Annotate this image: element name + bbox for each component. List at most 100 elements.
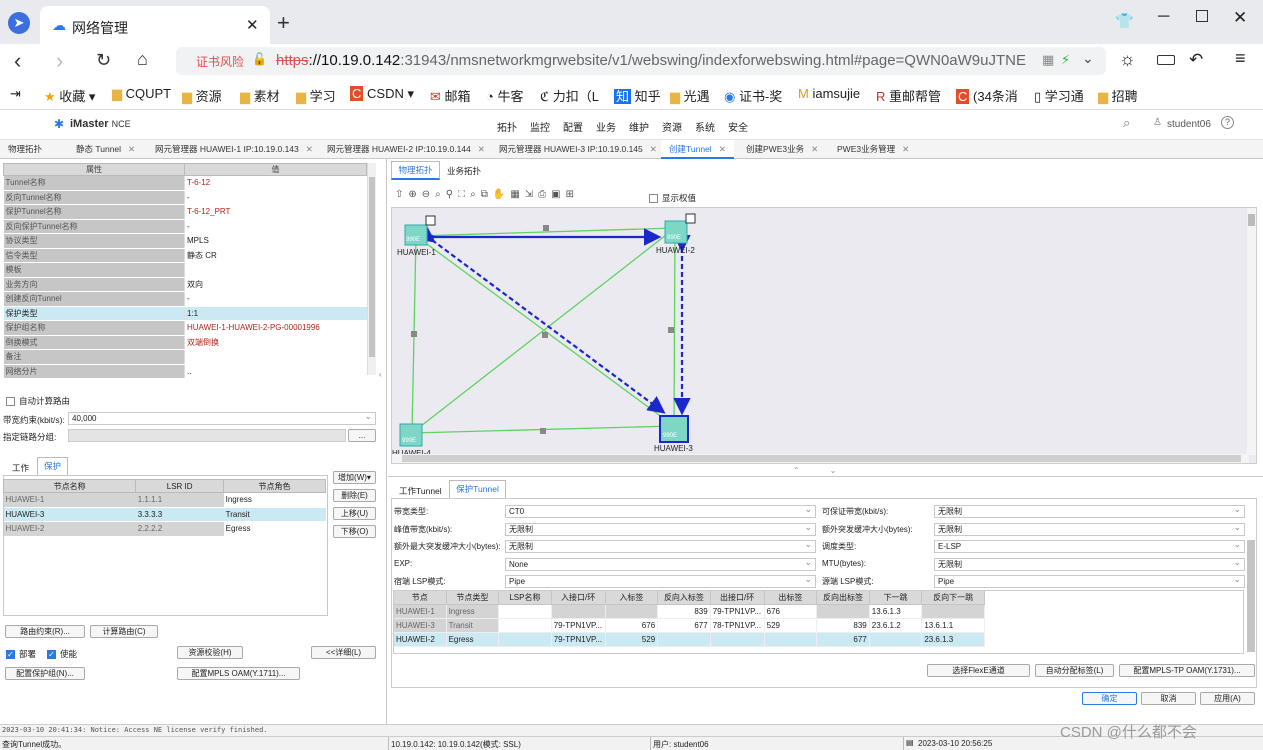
topology-canvas[interactable]: 990E HUAWEI-1 990E HUAWEI-2 990E HUAWEI-… — [391, 207, 1257, 464]
preview-icon[interactable]: ▣ — [551, 189, 565, 200]
tab-create-tunnel[interactable]: 创建Tunnel ✕ — [661, 140, 734, 159]
zoom-out-icon[interactable]: ⊖ — [422, 189, 435, 200]
property-row[interactable]: 备注 — [3, 349, 367, 365]
label-cell[interactable]: 78-TPN1VP... — [709, 618, 765, 633]
menu-monitor[interactable]: 监控 — [530, 119, 550, 134]
label-cell[interactable]: 677 — [816, 632, 870, 647]
url-bar[interactable]: 证书风险 🔓 https://10.19.0.142:31943/nmsnetw… — [176, 47, 1106, 75]
label-cell[interactable]: 79-TPN1VP... — [550, 632, 606, 647]
property-row[interactable]: 协议类型 MPLS — [3, 233, 367, 249]
tab-work[interactable]: 工作 — [12, 462, 29, 474]
label-cell[interactable]: 13.6.1.3 — [868, 604, 923, 619]
menu-resource[interactable]: 资源 — [662, 119, 682, 134]
close-window-icon[interactable]: ✕ — [1233, 8, 1247, 28]
route-constraint-button[interactable]: 路由约束(R)... — [5, 625, 85, 638]
property-value[interactable]: 静态 CR — [184, 248, 367, 263]
tab-create-pwe3[interactable]: 创建PWE3业务 ✕ — [746, 143, 818, 155]
grid-icon[interactable]: ▦ — [510, 189, 524, 200]
label-row[interactable]: HUAWEI-1 Ingress 839 79-TPN1VP... 676 13.6.1.… — [393, 604, 985, 619]
tab-pwe3-manage[interactable]: PWE3业务管理 ✕ — [837, 143, 909, 155]
search-icon[interactable]: ⌕ — [470, 189, 481, 200]
bottom-scrollbar[interactable] — [1247, 540, 1255, 652]
back-icon[interactable]: ‹ — [14, 48, 21, 74]
collapse-icon[interactable]: ‹ — [379, 370, 382, 379]
property-value[interactable]: HUAWEI-1-HUAWEI-2-PG-00001996 — [184, 320, 367, 336]
menu-config[interactable]: 配置 — [563, 119, 583, 134]
menu-topology[interactable]: 拓扑 — [497, 119, 517, 134]
close-tab-icon[interactable]: ✕ — [246, 16, 259, 34]
label-cell[interactable] — [709, 632, 765, 647]
apply-button[interactable]: 应用(A) — [1200, 692, 1255, 705]
lsr-row[interactable]: HUAWEI-2 2.2.2.2 Egress — [3, 521, 326, 537]
label-cell[interactable] — [498, 604, 552, 619]
property-row[interactable]: 业务方向 双向 — [3, 277, 367, 292]
label-cell[interactable] — [498, 632, 552, 647]
property-value[interactable]: T-6-12_PRT — [184, 204, 367, 220]
shirt-icon[interactable]: 👕 — [1115, 12, 1134, 30]
zoom-in-icon[interactable]: ⊕ — [408, 189, 421, 200]
move-down-button[interactable]: 下移(O) — [333, 525, 376, 538]
compass-icon[interactable]: ➤ — [8, 12, 30, 34]
config-tp-oam-button[interactable]: 配置MPLS-TP OAM(Y.1731)... — [1119, 664, 1255, 677]
label-row[interactable]: HUAWEI-2 Egress 79-TPN1VP... 529 677 23.6.1.3 — [393, 632, 985, 647]
tab-work-tunnel[interactable]: 工作Tunnel — [399, 485, 442, 497]
bookmark-zhihu[interactable]: 知 知乎 — [614, 86, 661, 105]
label-cell[interactable]: Egress — [445, 632, 500, 647]
pin-icon[interactable]: ⇧ — [395, 189, 408, 200]
property-scrollbar[interactable] — [367, 163, 376, 375]
label-cell[interactable]: 23.6.1.3 — [921, 632, 985, 647]
property-value[interactable]: 双端倒换 — [184, 335, 367, 350]
tab-protect-tunnel[interactable]: 保护Tunnel — [449, 480, 506, 499]
add-button[interactable]: 增加(W)▾ — [333, 471, 376, 484]
qr-icon[interactable]: ▦ — [1038, 52, 1055, 68]
label-cell[interactable]: 79-TPN1VP... — [550, 618, 606, 633]
minimize-icon[interactable]: ─ — [1158, 8, 1169, 26]
property-row[interactable]: 保护Tunnel名称 T-6-12_PRT — [3, 204, 367, 220]
field-select[interactable]: CT0 — [505, 504, 816, 518]
delete-button[interactable]: 删除(E) — [333, 489, 376, 502]
detail-button[interactable]: <<详细(L) — [311, 646, 376, 659]
config-pg-button[interactable]: 配置保护组(N)... — [5, 667, 85, 680]
tab-ne-huawei-2[interactable]: 网元管理器 HUAWEI-2 IP:10.19.0.144 ✕ — [327, 143, 485, 155]
field-select[interactable]: Pipe — [505, 574, 816, 588]
tab-physical-topology[interactable]: 物理拓扑 — [8, 143, 42, 155]
tab-ne-huawei-1[interactable]: 网元管理器 HUAWEI-1 IP:10.19.0.143 ✕ — [155, 143, 313, 155]
label-cell[interactable] — [921, 604, 985, 619]
bookmark-csdn[interactable]: C CSDN ▾ — [350, 86, 414, 102]
lightning-icon[interactable]: ⚡ — [1061, 52, 1071, 68]
field-select[interactable]: 无限制 — [505, 539, 816, 553]
user-name[interactable]: student06 — [1167, 119, 1211, 130]
bookmark-favorites[interactable]: ★ 收藏 ▾ — [44, 86, 95, 105]
label-cell[interactable]: 676 — [604, 618, 659, 633]
lsr-row[interactable]: HUAWEI-1 1.1.1.1 Ingress — [3, 492, 326, 508]
tab-physical-topo[interactable]: 物理拓扑 — [391, 161, 440, 180]
bookmark-study[interactable]: ▆ 学习 — [296, 86, 336, 105]
label-cell[interactable]: HUAWEI-3 — [393, 618, 447, 633]
sidebar-toggle-icon[interactable]: ⇥ — [10, 86, 21, 102]
zoom-icon[interactable]: ⚲ — [446, 189, 458, 200]
label-cell[interactable]: 13.6.1.1 — [921, 618, 985, 633]
label-cell[interactable]: 676 — [763, 604, 818, 619]
cancel-button[interactable]: 取消 — [1141, 692, 1196, 705]
help-icon[interactable]: ? — [1221, 116, 1234, 129]
label-cell[interactable]: 529 — [604, 632, 659, 647]
label-cell[interactable]: 529 — [763, 618, 818, 633]
property-value[interactable]: - — [184, 219, 367, 234]
property-value[interactable]: - — [184, 291, 367, 307]
label-cell[interactable]: Transit — [445, 618, 500, 633]
label-cell[interactable]: 23.6.1.2 — [868, 618, 923, 633]
topo-hscroll[interactable] — [392, 454, 1249, 463]
label-cell[interactable]: 677 — [657, 618, 711, 633]
property-row[interactable]: 模板 — [3, 262, 367, 278]
bandwidth-input[interactable]: 40,000 — [68, 411, 376, 425]
label-cell[interactable] — [604, 604, 659, 619]
bookmark-nowcoder[interactable]: ◔ 牛客 — [486, 86, 524, 105]
property-row[interactable]: Tunnel名称 T-6-12 — [3, 175, 367, 191]
tab-service-topo[interactable]: 业务拓扑 — [447, 165, 481, 177]
label-cell[interactable] — [657, 632, 711, 647]
browser-tab[interactable]: ☁ 网络管理 ✕ — [40, 6, 270, 44]
property-row[interactable]: 倒换模式 双端倒换 — [3, 335, 367, 350]
zoom-area-icon[interactable]: ⌕ — [435, 189, 446, 200]
deploy-checkbox[interactable]: ✓ 部署 — [6, 648, 36, 660]
bookmark-sky[interactable]: ▆ 光遇 — [670, 86, 710, 105]
